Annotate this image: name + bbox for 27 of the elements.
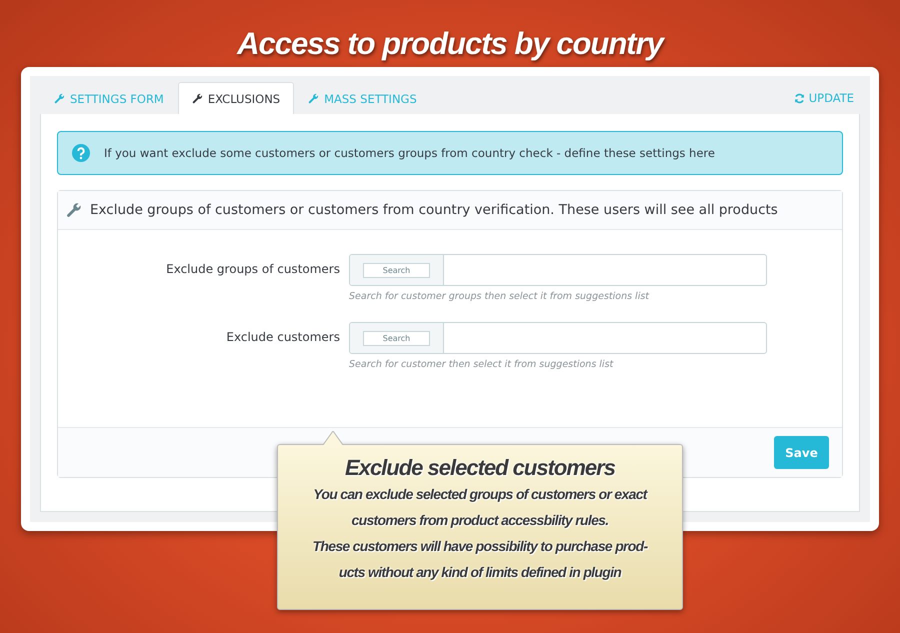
refresh-icon — [794, 92, 805, 104]
callout-text: ucts without any kind of limits defined in plugin — [338, 563, 622, 582]
callout-text: These customers will have possibility to purchase prod- — [312, 537, 648, 556]
update-link[interactable]: UPDATE — [794, 91, 854, 105]
help-text: Search for customer groups then select it from suggestions list — [349, 291, 650, 302]
search-button[interactable]: Search — [363, 330, 430, 346]
field-label: Exclude groups of customers — [165, 261, 340, 278]
callout-text: You can exclude selected groups of customers or exact — [313, 485, 647, 504]
wrench-icon — [308, 93, 320, 104]
wrench-icon — [66, 202, 82, 218]
wrench-icon — [192, 93, 203, 104]
tab[interactable]: EXCLUSIONS — [178, 82, 294, 114]
field-label: Exclude customers — [225, 329, 340, 346]
callout-title: Exclude selected customers — [345, 455, 615, 481]
help-text: Search for customer then select it from suggestions list — [349, 359, 614, 370]
panel-title: Exclude groups of customers or customers from country verification. These users will see all products — [90, 202, 778, 218]
page-title: Access to products by country — [236, 25, 666, 62]
search-button[interactable]: Search — [363, 262, 430, 278]
callout-text: customers from product accessbility rules. — [352, 511, 608, 530]
save-button[interactable]: Save — [774, 436, 829, 469]
wrench-icon — [54, 93, 65, 104]
alert-text: If you want exclude some customers or customers groups from country check - define these settings here — [104, 146, 715, 160]
search-field[interactable]: Search — [349, 322, 767, 354]
tab[interactable]: SETTINGS FORM — [40, 82, 178, 114]
search-field[interactable]: Search — [349, 254, 767, 286]
question-icon — [72, 144, 90, 162]
tab[interactable]: MASS SETTINGS — [294, 82, 431, 114]
